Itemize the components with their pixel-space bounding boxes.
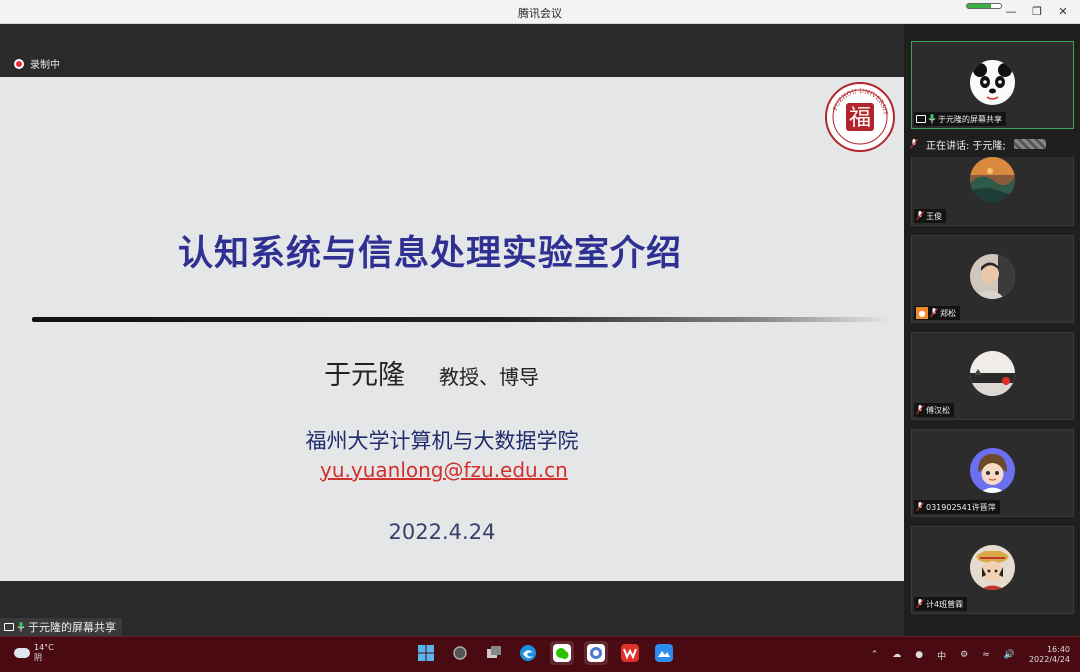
speaking-label: 正在讲话: 于元隆; [926,140,1006,152]
presenter-row: 于元隆 教授、博导 [324,353,539,392]
participant-name: 王俊 [926,211,942,221]
presentation-date: 2022.4.24 [388,520,496,544]
participant-name-tag: ● 郑松 [914,306,960,320]
presenter-email[interactable]: yu.yuanlong@fzu.edu.cn [320,458,568,482]
speaking-indicator: 正在讲话: 于元隆; [904,131,1080,157]
close-button[interactable]: ✕ [1052,2,1074,20]
weather-temp: 14°C [34,643,54,652]
task-view-button[interactable] [482,641,506,665]
chevron-up-icon[interactable]: ⌃ [871,650,879,660]
taskbar-clock[interactable]: 16:40 2022/4/24 [1029,645,1070,665]
settings-tray-icon[interactable]: ⚙ [960,650,968,660]
presenter-title: 教授、博导 [439,365,539,389]
mic-on-icon [928,114,936,124]
wifi-icon[interactable]: ≈ [982,650,990,660]
cloud-app-icon [655,644,673,662]
screen-share-icon [4,623,14,631]
participant-tile[interactable]: 傅汉松 [911,332,1074,420]
title-bar: 腾讯会议 — ❐ ✕ [0,0,1080,24]
anime-avatar [970,545,1015,590]
participant-tile[interactable]: 于元隆的屏幕共享 [911,41,1074,129]
mic-muted-icon [916,599,924,609]
sunset-avatar [970,351,1015,396]
participant-name-tag: 031902541许晋萍 [914,500,1000,514]
participant-name-tag: 王俊 [914,209,946,223]
screen-share-area: 录制中 FUZHOU UNIVERSITY 福 认知系统与信息处理实验室介绍 于… [0,24,904,636]
mic-on-icon [17,622,25,632]
mic-muted-icon [930,308,938,318]
svg-text:福: 福 [849,106,871,131]
participant-tile[interactable]: 031902541许晋萍 [911,429,1074,517]
task-view-icon [487,646,501,658]
meeting-app-icon [587,644,605,662]
cloud-tray-icon[interactable]: ☁ [892,650,901,660]
participant-name-tag: 计4班曾霖 [914,597,968,611]
system-tray: ⌃ ☁ ● 中 ⚙ ≈ 🔊 16:40 2022/4/24 [871,645,1070,665]
school-name: 福州大学计算机与大数据学院 [305,429,579,453]
recording-indicator[interactable]: 录制中 [14,56,60,71]
mic-tray-icon[interactable]: ● [915,650,923,660]
participant-tile[interactable]: ● 郑松 [911,235,1074,323]
volume-icon[interactable]: 🔊 [1004,650,1015,660]
restore-button[interactable]: ❐ [1026,2,1048,20]
university-seal-logo: FUZHOU UNIVERSITY 福 [824,81,895,152]
cartoon-avatar [970,448,1015,493]
record-icon [14,58,24,69]
participant-name: 计4班曾霖 [926,599,964,609]
screen-share-icon [916,115,926,123]
avatar-person-icon: ● [916,307,928,319]
participant-name-tag: 于元隆的屏幕共享 [914,112,1006,126]
windows-taskbar: 14°C 阴 ⌃ ☁ ● 中 ⚙ ≈ 🔊 16:40 2022/4/24 [0,636,1080,672]
network-signal-indicator [966,3,1002,9]
screen-share-label: 于元隆的屏幕共享 [0,618,122,636]
recording-label: 录制中 [30,60,60,71]
wps-office-button[interactable] [618,641,642,665]
share-label-text: 于元隆的屏幕共享 [28,621,116,634]
presentation-slide: FUZHOU UNIVERSITY 福 认知系统与信息处理实验室介绍 于元隆 教… [0,77,904,581]
mic-muted-icon [916,405,924,415]
panda-avatar [970,60,1015,105]
wechat-button[interactable] [550,641,574,665]
windows-logo-icon [418,645,434,661]
weather-desc: 阴 [34,653,42,662]
title-divider [32,317,890,322]
tencent-meeting-button[interactable] [584,641,608,665]
participant-name: 于元隆的屏幕共享 [938,114,1002,124]
landscape-avatar [970,157,1015,202]
wechat-icon [553,644,571,662]
mic-muted-icon [916,502,924,512]
wps-icon [621,644,639,662]
participant-name: 郑松 [940,308,956,318]
clock-date: 2022/4/24 [1028,655,1070,664]
person-avatar [970,254,1015,299]
window-title: 腾讯会议 [518,7,562,20]
participants-panel: 于元隆的屏幕共享 王俊 ● 郑松 傅汉松 031902541许晋萍 计4班曾霖 [904,24,1080,636]
mic-muted-icon [910,139,918,149]
participant-name: 031902541许晋萍 [926,502,996,512]
minimize-button[interactable]: — [1000,2,1022,20]
edge-icon [520,645,536,661]
edge-browser-button[interactable] [516,641,540,665]
clock-time: 16:40 [1046,645,1070,654]
slide-title: 认知系统与信息处理实验室介绍 [177,234,682,274]
start-button[interactable] [414,641,438,665]
participant-name: 傅汉松 [926,405,950,415]
search-icon [453,646,467,660]
mic-muted-icon [916,211,924,221]
weather-widget[interactable]: 14°C 阴 [14,643,54,663]
input-method[interactable]: 中 [937,649,946,662]
search-taskbar-button[interactable] [448,641,472,665]
participant-name-tag: 傅汉松 [914,403,954,417]
presenter-name: 于元隆 [324,360,405,391]
cloud-icon [14,648,30,658]
participant-tile[interactable]: 计4班曾霖 [911,526,1074,614]
speaking-wave-icon [1013,139,1046,149]
lark-button[interactable] [652,641,676,665]
